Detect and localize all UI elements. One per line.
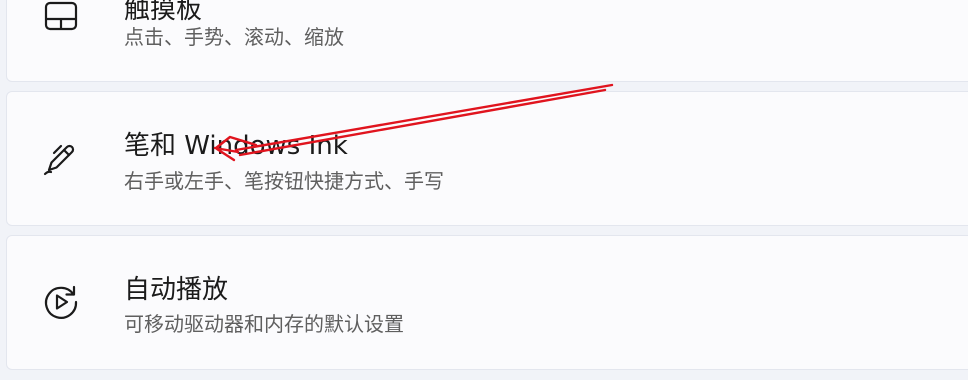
settings-item-title: 触摸板: [124, 0, 203, 25]
settings-item-touchpad[interactable]: 触摸板 点击、手势、滚动、缩放: [6, 0, 968, 82]
settings-item-pen-windows-ink[interactable]: 笔和 Windows Ink 右手或左手、笔按钮快捷方式、手写: [6, 91, 968, 226]
autoplay-icon: [41, 282, 81, 322]
settings-item-autoplay[interactable]: 自动播放 可移动驱动器和内存的默认设置: [6, 235, 968, 370]
settings-item-title: 自动播放: [124, 275, 229, 305]
settings-item-description: 点击、手势、滚动、缩放: [124, 25, 344, 49]
touchpad-icon: [41, 0, 81, 37]
settings-item-description: 可移动驱动器和内存的默认设置: [124, 312, 404, 336]
pen-icon: [41, 138, 81, 178]
settings-item-title: 笔和 Windows Ink: [124, 131, 348, 161]
settings-item-description: 右手或左手、笔按钮快捷方式、手写: [124, 169, 444, 193]
